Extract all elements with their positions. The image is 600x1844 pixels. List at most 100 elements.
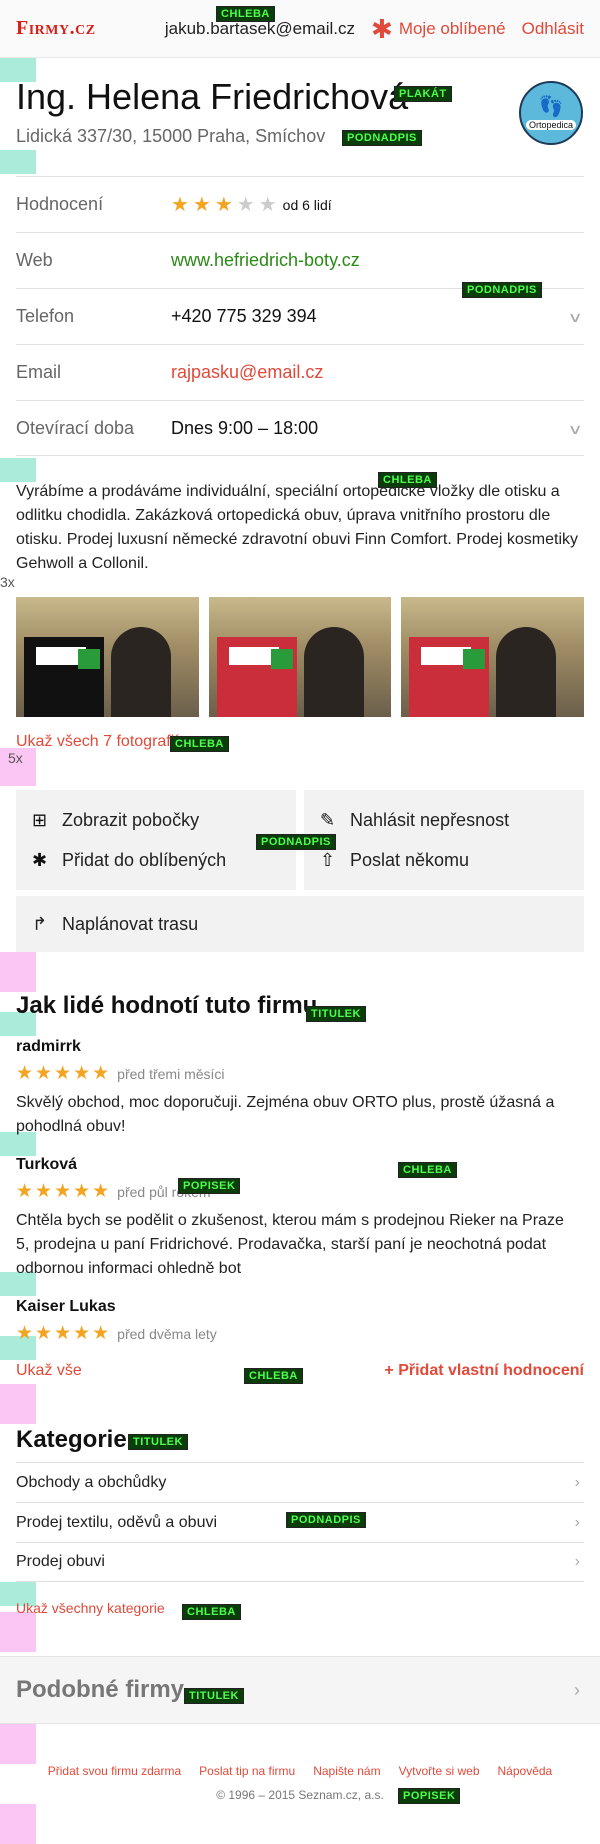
web-row: Web www.hefriedrich-boty.cz bbox=[16, 232, 584, 288]
favorites-label: Moje oblíbené bbox=[398, 18, 506, 38]
footer-link-send-tip[interactable]: Poslat tip na firmu bbox=[199, 1764, 295, 1778]
hours-value: Dnes 9:00 – 18:00 bbox=[171, 417, 319, 438]
spacer-pink bbox=[0, 1612, 36, 1652]
review-item: Turková ★★★★★ před půl rokem Chtěla bych… bbox=[16, 1156, 576, 1281]
ortopedica-badge: 👣 Ortopedica bbox=[519, 81, 583, 145]
rating-label: Hodnocení bbox=[16, 194, 104, 214]
report-inaccuracy-label: Nahlásit nepřesnost bbox=[350, 809, 510, 830]
tag-chleba: CHLEBA bbox=[244, 1368, 303, 1384]
add-favorite-button[interactable]: ✱ Přidat do oblíbených bbox=[16, 840, 296, 880]
company-name: Ing. Helena Friedrichová bbox=[16, 76, 409, 117]
review-item: radmirrk ★★★★★ před třemi měsíci Skvělý … bbox=[16, 1038, 576, 1139]
tag-chleba: CHLEBA bbox=[398, 1162, 457, 1178]
tag-plakat: PLAKÁT bbox=[394, 86, 452, 102]
info-table: Hodnocení ★★★★★ od 6 lidí Web www.hefrie… bbox=[16, 176, 584, 456]
photo-gallery bbox=[16, 597, 585, 717]
photo-thumbnail[interactable] bbox=[208, 597, 392, 717]
firmy-logo[interactable]: Firmy.cz bbox=[16, 17, 96, 40]
spacer-pink bbox=[0, 1804, 36, 1844]
report-inaccuracy-button[interactable]: ✎ Nahlásit nepřesnost bbox=[304, 800, 584, 840]
spacer-pink bbox=[0, 1384, 36, 1424]
review-item: Kaiser Lukas ★★★★★ před dvěma lety bbox=[16, 1298, 576, 1345]
category-item[interactable]: Obchody a obchůdky › bbox=[16, 1462, 584, 1502]
show-all-reviews-link[interactable]: Ukaž vše bbox=[16, 1362, 82, 1380]
pencil-icon: ✎ bbox=[320, 809, 336, 830]
send-someone-label: Poslat někomu bbox=[350, 849, 470, 870]
tag-titulek: TITULEK bbox=[128, 1434, 188, 1450]
rating-row: Hodnocení ★★★★★ od 6 lidí bbox=[16, 176, 584, 232]
tag-titulek: TITULEK bbox=[306, 1006, 366, 1022]
reviews-heading: Jak lidé hodnotí tuto firmu bbox=[16, 992, 318, 1019]
footer-link-create-web[interactable]: Vytvořte si web bbox=[399, 1764, 480, 1778]
show-branches-label: Zobrazit pobočky bbox=[62, 809, 200, 830]
asterisk-icon: ✱ bbox=[371, 13, 393, 44]
email-link[interactable]: rajpasku@email.cz bbox=[171, 362, 323, 383]
favorites-link[interactable]: ✱ Moje oblíbené bbox=[371, 16, 506, 42]
email-row: Email rajpasku@email.cz bbox=[16, 344, 584, 400]
footprints-icon: 👣 bbox=[538, 95, 564, 118]
show-all-categories-link[interactable]: Ukaž všechny kategorie bbox=[16, 1600, 165, 1616]
spacer-label-5x: 5x bbox=[0, 748, 36, 786]
logout-link[interactable]: Odhlásit bbox=[522, 19, 584, 39]
chevron-right-icon: › bbox=[574, 1473, 580, 1491]
chevron-down-icon[interactable]: ∨ bbox=[567, 309, 582, 326]
action-box-right: ✎ Nahlásit nepřesnost ⇧ Poslat někomu bbox=[304, 790, 584, 890]
review-text: Skvělý obchod, moc doporučuji. Zejména o… bbox=[16, 1094, 555, 1135]
footer-links: Přidat svou firmu zdarma Poslat tip na f… bbox=[0, 1764, 600, 1778]
action-box-left: ⊞ Zobrazit pobočky ✱ Přidat do oblíbenýc… bbox=[16, 790, 296, 890]
badge-label: Ortopedica bbox=[525, 119, 577, 130]
tag-podnadpis: PODNADPIS bbox=[286, 1512, 366, 1528]
footer-link-add-company[interactable]: Přidat svou firmu zdarma bbox=[48, 1764, 181, 1778]
review-meta: ★★★★★ před dvěma lety bbox=[16, 1322, 576, 1345]
category-label: Prodej obuvi bbox=[16, 1553, 105, 1570]
rating-stars[interactable]: ★★★★★ bbox=[171, 192, 281, 217]
photo-thumbnail[interactable] bbox=[16, 597, 199, 717]
review-author[interactable]: Kaiser Lukas bbox=[16, 1298, 576, 1316]
similar-companies[interactable]: Podobné firmy › bbox=[0, 1656, 600, 1724]
chevron-right-icon: › bbox=[574, 1513, 580, 1531]
hours-row[interactable]: Otevírací doba Dnes 9:00 – 18:00 ∨ bbox=[16, 400, 584, 456]
review-stars: ★★★★★ bbox=[16, 1063, 112, 1084]
show-all-photos-link[interactable]: Ukaž všech 7 fotografií bbox=[16, 733, 179, 751]
category-item[interactable]: Prodej obuvi › bbox=[16, 1542, 584, 1582]
rating-count: od 6 lidí bbox=[282, 196, 332, 213]
route-icon: ↱ bbox=[32, 913, 48, 934]
similar-heading: Podobné firmy bbox=[16, 1676, 185, 1703]
send-someone-button[interactable]: ⇧ Poslat někomu bbox=[304, 840, 584, 880]
share-icon: ⇧ bbox=[320, 849, 336, 870]
spacer-pink bbox=[0, 1724, 36, 1764]
chevron-down-icon[interactable]: ∨ bbox=[567, 421, 582, 438]
tag-podnadpis: PODNADPIS bbox=[342, 130, 422, 146]
spacer-pink bbox=[0, 952, 36, 992]
footer-link-contact[interactable]: Napište nám bbox=[313, 1764, 380, 1778]
grid-icon: ⊞ bbox=[32, 809, 48, 830]
plan-route-label: Naplánovat trasu bbox=[62, 913, 199, 934]
footer-link-help[interactable]: Nápověda bbox=[498, 1764, 553, 1778]
spacer-mint bbox=[0, 150, 36, 174]
show-branches-button[interactable]: ⊞ Zobrazit pobočky bbox=[16, 800, 296, 840]
review-stars: ★★★★★ bbox=[16, 1323, 112, 1344]
spacer-mint bbox=[0, 458, 36, 482]
phone-value[interactable]: +420 775 329 394 bbox=[171, 306, 317, 327]
asterisk-icon: ✱ bbox=[32, 849, 48, 870]
add-review-link[interactable]: + Přidat vlastní hodnocení bbox=[384, 1362, 584, 1380]
tag-chleba: CHLEBA bbox=[170, 736, 229, 752]
tag-chleba: CHLEBA bbox=[182, 1604, 241, 1620]
review-author[interactable]: radmirrk bbox=[16, 1038, 576, 1056]
web-link[interactable]: www.hefriedrich-boty.cz bbox=[171, 250, 360, 271]
footer: Přidat svou firmu zdarma Poslat tip na f… bbox=[0, 1764, 600, 1802]
photo-thumbnail[interactable] bbox=[401, 597, 585, 717]
company-description: Vyrábíme a prodáváme individuální, speci… bbox=[16, 483, 579, 572]
review-meta: ★★★★★ před půl rokem bbox=[16, 1180, 576, 1203]
plan-route-button[interactable]: ↱ Naplánovat trasu bbox=[16, 896, 584, 952]
tag-titulek: TITULEK bbox=[184, 1688, 244, 1704]
tag-chleba: CHLEBA bbox=[216, 6, 275, 22]
tag-chleba: CHLEBA bbox=[378, 472, 437, 488]
tag-popisek: POPISEK bbox=[398, 1788, 461, 1804]
chevron-right-icon: › bbox=[574, 1679, 580, 1700]
review-author[interactable]: Turková bbox=[16, 1156, 576, 1174]
add-favorite-label: Přidat do oblíbených bbox=[62, 849, 227, 870]
web-label: Web bbox=[16, 250, 53, 270]
category-label: Prodej textilu, oděvů a obuvi bbox=[16, 1513, 218, 1531]
review-stars: ★★★★★ bbox=[16, 1181, 112, 1202]
